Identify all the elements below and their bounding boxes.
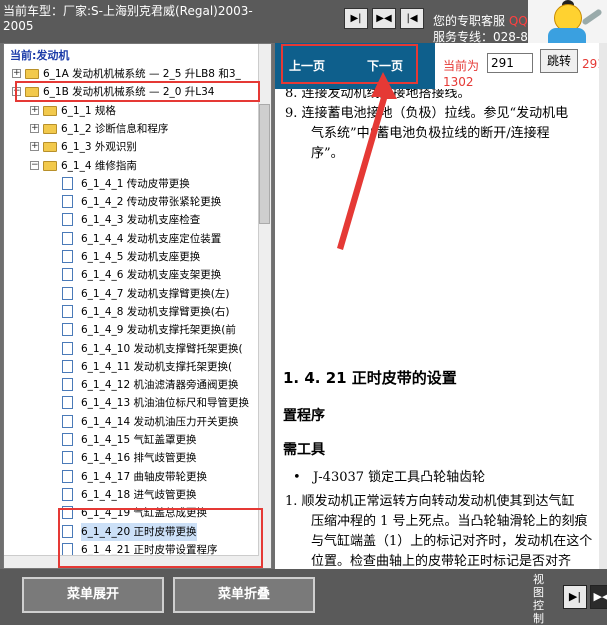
menu-expand-button[interactable]: 菜单展开 xyxy=(22,577,164,613)
arrow-icon xyxy=(337,72,397,250)
view-next-button[interactable]: ▶| xyxy=(563,585,587,609)
view-control-label: 视图控制 xyxy=(533,573,544,625)
menu-collapse-button[interactable]: 菜单折叠 xyxy=(173,577,315,613)
bottom-bar: 菜单展开 菜单折叠 视图控制 ▶| ▶◀ xyxy=(0,569,607,625)
annotation-arrow xyxy=(337,72,397,250)
view-fit-button[interactable]: ▶◀ xyxy=(590,585,607,609)
